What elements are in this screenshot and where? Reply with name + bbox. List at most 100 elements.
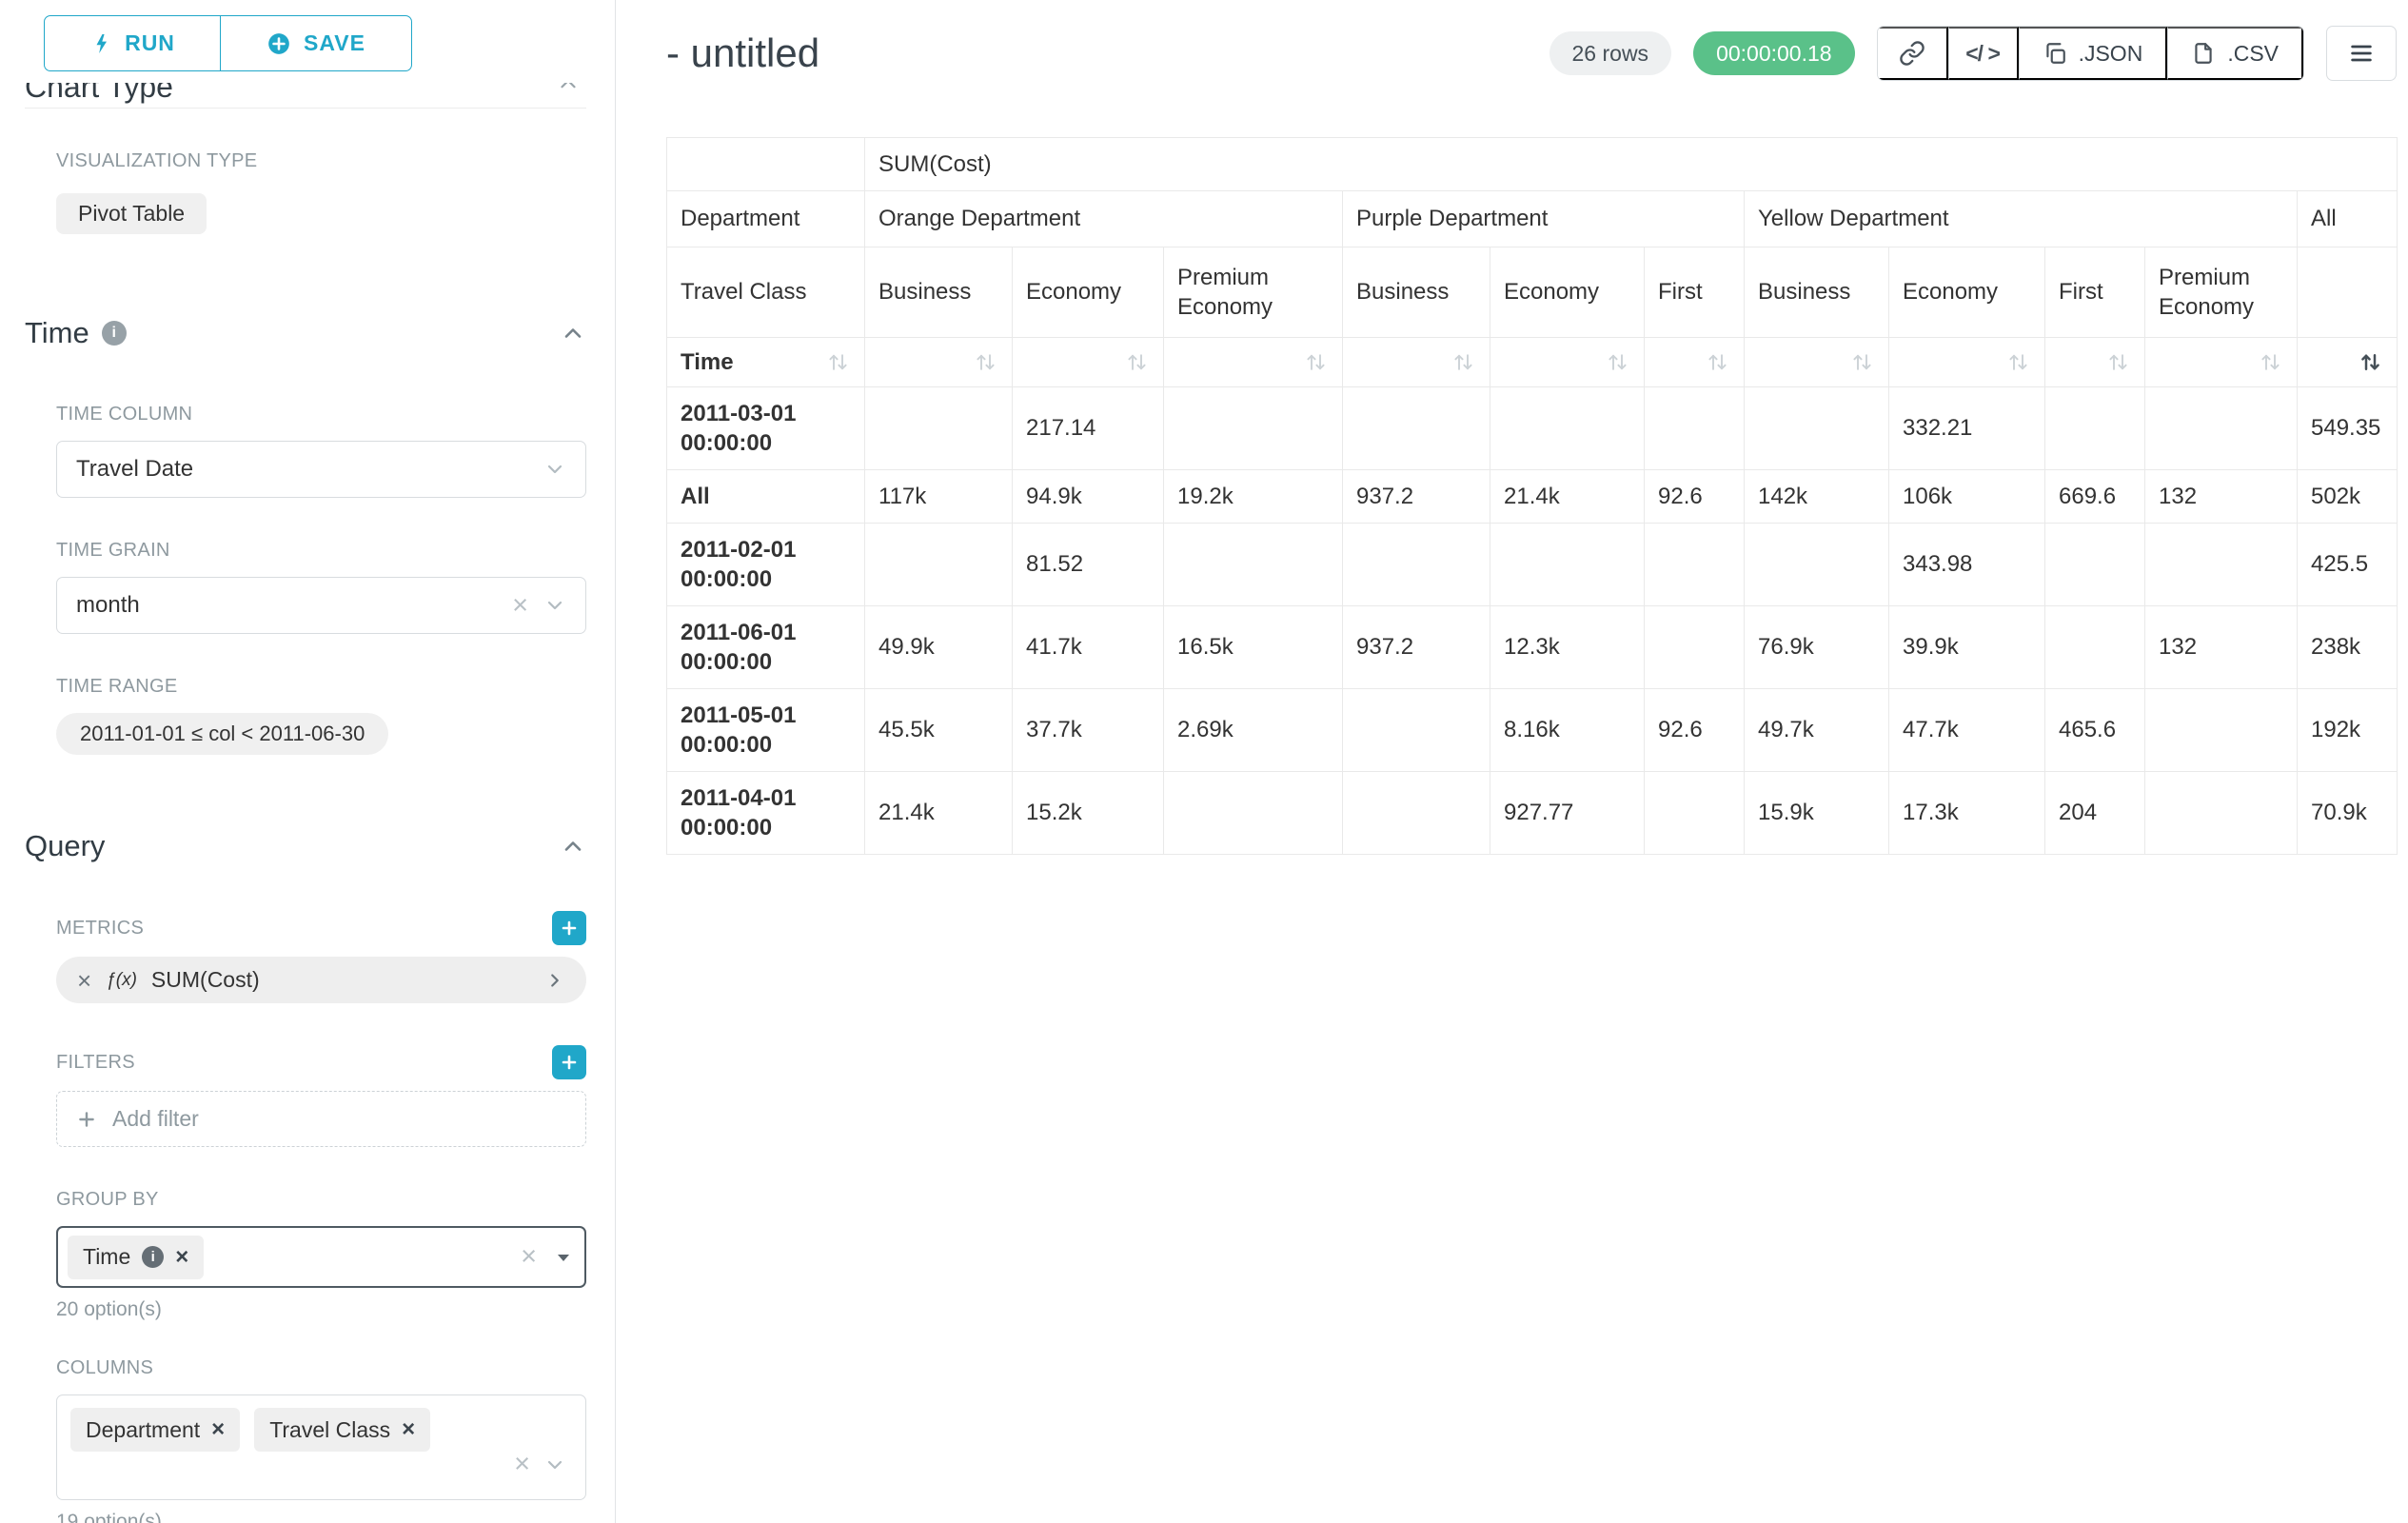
- row-header: 2011-06-01 00:00:00: [667, 606, 865, 689]
- column-group-header: Yellow Department: [1745, 191, 2298, 247]
- filters-label: FILTERS: [56, 1052, 135, 1074]
- sort-descending-icon[interactable]: [2358, 349, 2383, 375]
- column-group-header: All: [2298, 191, 2398, 247]
- value-cell: [1343, 689, 1490, 772]
- columns-control: COLUMNS Department × Travel Class × ×: [56, 1357, 586, 1523]
- export-csv-button[interactable]: .CSV: [2167, 27, 2303, 80]
- time-range-chip[interactable]: 2011-01-01 ≤ col < 2011-06-30: [56, 713, 388, 755]
- sort-icon[interactable]: [1451, 349, 1476, 375]
- sort-icon[interactable]: [1605, 349, 1630, 375]
- value-cell: 21.4k: [1490, 470, 1645, 524]
- sort-icon[interactable]: [1124, 349, 1150, 375]
- chevron-up-icon[interactable]: [560, 320, 586, 346]
- columns-chip-label: Travel Class: [269, 1417, 390, 1443]
- time-grain-select[interactable]: month ×: [56, 577, 586, 634]
- value-cell: [1645, 772, 1745, 855]
- remove-chip-icon[interactable]: ×: [175, 1246, 188, 1269]
- table-row: All117k94.9k19.2k937.221.4k92.6142k106k6…: [667, 470, 2398, 524]
- remove-metric-icon[interactable]: ×: [77, 968, 91, 993]
- sort-icon[interactable]: [1705, 349, 1730, 375]
- columns-options-hint: 19 option(s): [56, 1511, 586, 1523]
- sort-icon[interactable]: [1303, 349, 1329, 375]
- export-json-button[interactable]: .JSON: [2019, 27, 2168, 80]
- export-button-group: </ > .JSON .CSV: [1877, 26, 2304, 81]
- sort-icon[interactable]: [825, 349, 851, 375]
- explore-view: RUN SAVE Chart Type VISUALIZATION TYPE P…: [0, 0, 2408, 1523]
- remove-chip-icon[interactable]: ×: [402, 1418, 415, 1441]
- value-cell: 92.6: [1645, 470, 1745, 524]
- save-button[interactable]: SAVE: [220, 15, 412, 71]
- sort-cell: [2145, 338, 2298, 387]
- column-header: Business: [1343, 247, 1490, 338]
- metric-chip[interactable]: × ƒ(x) SUM(Cost): [56, 957, 586, 1003]
- add-filter-button[interactable]: [552, 1045, 586, 1079]
- time-section-header[interactable]: Time i: [25, 316, 586, 350]
- columns-select[interactable]: Department × Travel Class × ×: [56, 1394, 586, 1500]
- value-cell: [2045, 606, 2145, 689]
- remove-chip-icon[interactable]: ×: [211, 1418, 225, 1441]
- add-metric-button[interactable]: [552, 911, 586, 945]
- query-section-header[interactable]: Query: [25, 829, 586, 863]
- value-cell: [1645, 606, 1745, 689]
- time-section-title: Time: [25, 316, 89, 350]
- corner-cell: [667, 138, 865, 191]
- column-header: Economy: [1889, 247, 2045, 338]
- table-row: 2011-02-01 00:00:0081.52343.98425.5: [667, 524, 2398, 606]
- info-icon[interactable]: i: [102, 321, 127, 346]
- value-cell: [865, 524, 1013, 606]
- row-header: 2011-05-01 00:00:00: [667, 689, 865, 772]
- value-cell: [2145, 524, 2298, 606]
- group-by-chip[interactable]: Time i ×: [68, 1236, 204, 1279]
- embed-code-button[interactable]: </ >: [1948, 27, 2019, 80]
- columns-chip-label: Department: [86, 1417, 200, 1443]
- time-column-label: TIME COLUMN: [56, 404, 586, 425]
- clear-icon[interactable]: ×: [514, 1451, 530, 1478]
- pivot-table: SUM(Cost)DepartmentOrange DepartmentPurp…: [666, 137, 2398, 855]
- value-cell: 41.7k: [1013, 606, 1164, 689]
- value-cell: [1745, 387, 1889, 470]
- sort-cell: [1645, 338, 1745, 387]
- time-column-select[interactable]: Travel Date: [56, 441, 586, 498]
- chevron-up-icon[interactable]: [560, 833, 586, 860]
- clear-icon[interactable]: ×: [521, 1243, 537, 1271]
- chart-type-section-cropped[interactable]: Chart Type: [25, 83, 586, 109]
- group-by-select[interactable]: Time i × ×: [56, 1226, 586, 1288]
- caret-right-icon[interactable]: [544, 970, 565, 991]
- visualization-type-chip[interactable]: Pivot Table: [56, 193, 207, 234]
- chevron-down-icon[interactable]: [552, 1246, 575, 1269]
- sort-icon[interactable]: [2005, 349, 2031, 375]
- sort-icon[interactable]: [1849, 349, 1875, 375]
- value-cell: 343.98: [1889, 524, 2045, 606]
- action-buttons: RUN SAVE: [44, 15, 586, 71]
- time-range-label: TIME RANGE: [56, 676, 586, 698]
- query-section: Query METRICS × ƒ(x) SUM(Cost): [25, 829, 586, 1523]
- value-cell: [1645, 387, 1745, 470]
- chevron-down-icon[interactable]: [543, 1454, 566, 1476]
- value-cell: 15.2k: [1013, 772, 1164, 855]
- column-header: Economy: [1013, 247, 1164, 338]
- time-grain-value: month: [76, 592, 140, 619]
- more-options-button[interactable]: [2326, 26, 2397, 81]
- sort-icon[interactable]: [973, 349, 998, 375]
- value-cell: 19.2k: [1164, 470, 1343, 524]
- table-row: 2011-04-01 00:00:0021.4k15.2k927.7715.9k…: [667, 772, 2398, 855]
- column-header: First: [1645, 247, 1745, 338]
- columns-chip[interactable]: Travel Class ×: [254, 1408, 430, 1452]
- columns-label: COLUMNS: [56, 1357, 586, 1379]
- visualization-type-control: VISUALIZATION TYPE Pivot Table: [56, 150, 586, 234]
- query-section-title: Query: [25, 829, 105, 863]
- copy-link-button[interactable]: [1878, 27, 1948, 80]
- sort-icon[interactable]: [2105, 349, 2131, 375]
- row-count-badge: 26 rows: [1549, 31, 1672, 75]
- sort-icon[interactable]: [2258, 349, 2283, 375]
- run-button[interactable]: RUN: [44, 15, 221, 71]
- add-filter-dropzone[interactable]: Add filter: [56, 1091, 586, 1147]
- value-cell: [865, 387, 1013, 470]
- control-panel-sidebar: RUN SAVE Chart Type VISUALIZATION TYPE P…: [0, 0, 616, 1523]
- clear-icon[interactable]: ×: [512, 592, 528, 620]
- chevron-up-icon[interactable]: [556, 83, 581, 96]
- columns-chip[interactable]: Department ×: [70, 1408, 240, 1452]
- chart-type-heading: Chart Type: [25, 83, 586, 106]
- column-header: First: [2045, 247, 2145, 338]
- table-row: 2011-06-01 00:00:0049.9k41.7k16.5k937.21…: [667, 606, 2398, 689]
